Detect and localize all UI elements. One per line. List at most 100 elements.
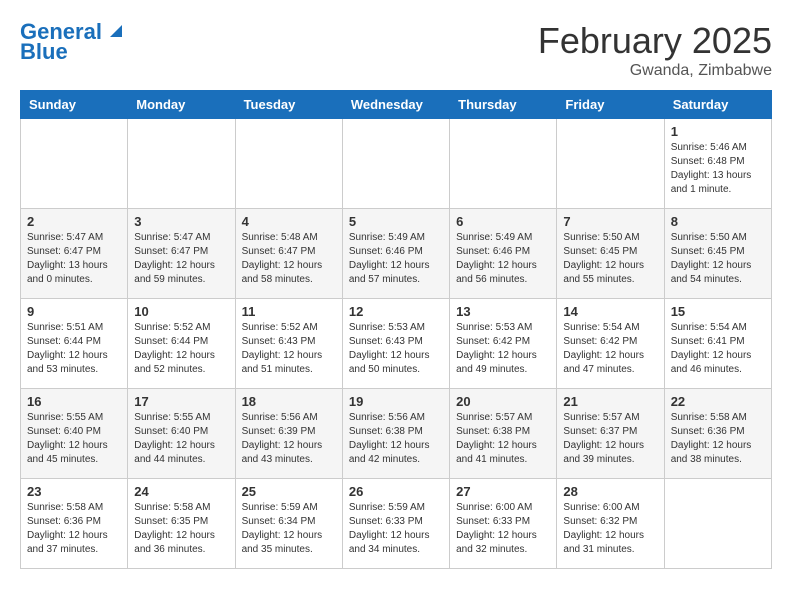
calendar-cell-w2-d6: 7 Sunrise: 5:50 AM Sunset: 6:45 PM Daylig…: [557, 209, 664, 299]
day-number: 1: [671, 124, 765, 139]
day-info: Sunrise: 5:59 AM Sunset: 6:33 PM Dayligh…: [349, 501, 443, 557]
calendar-cell-w3-d3: 11 Sunrise: 5:52 AM Sunset: 6:43 PM Dayli…: [235, 299, 342, 389]
day-info: Sunrise: 5:52 AM Sunset: 6:43 PM Dayligh…: [242, 321, 336, 377]
calendar-cell-w2-d3: 4 Sunrise: 5:48 AM Sunset: 6:47 PM Daylig…: [235, 209, 342, 299]
day-number: 21: [563, 394, 657, 409]
day-number: 16: [27, 394, 121, 409]
calendar-cell-w1-d6: [557, 119, 664, 209]
title-block: February 2025 Gwanda, Zimbabwe: [538, 20, 772, 80]
day-info: Sunrise: 5:47 AM Sunset: 6:47 PM Dayligh…: [27, 231, 121, 287]
day-info: Sunrise: 5:49 AM Sunset: 6:46 PM Dayligh…: [349, 231, 443, 287]
day-number: 6: [456, 214, 550, 229]
calendar-week-1: 1 Sunrise: 5:46 AM Sunset: 6:48 PM Daylig…: [21, 119, 772, 209]
day-number: 7: [563, 214, 657, 229]
day-number: 9: [27, 304, 121, 319]
day-info: Sunrise: 6:00 AM Sunset: 6:32 PM Dayligh…: [563, 501, 657, 557]
day-info: Sunrise: 5:58 AM Sunset: 6:36 PM Dayligh…: [27, 501, 121, 557]
calendar-cell-w2-d1: 2 Sunrise: 5:47 AM Sunset: 6:47 PM Daylig…: [21, 209, 128, 299]
calendar-cell-w2-d4: 5 Sunrise: 5:49 AM Sunset: 6:46 PM Daylig…: [342, 209, 449, 299]
day-info: Sunrise: 5:54 AM Sunset: 6:42 PM Dayligh…: [563, 321, 657, 377]
page-header: General Blue February 2025 Gwanda, Zimba…: [20, 20, 772, 80]
month-title: February 2025: [538, 20, 772, 62]
day-info: Sunrise: 6:00 AM Sunset: 6:33 PM Dayligh…: [456, 501, 550, 557]
calendar-cell-w2-d5: 6 Sunrise: 5:49 AM Sunset: 6:46 PM Daylig…: [450, 209, 557, 299]
day-number: 13: [456, 304, 550, 319]
day-number: 28: [563, 484, 657, 499]
day-info: Sunrise: 5:53 AM Sunset: 6:42 PM Dayligh…: [456, 321, 550, 377]
day-info: Sunrise: 5:54 AM Sunset: 6:41 PM Dayligh…: [671, 321, 765, 377]
day-number: 2: [27, 214, 121, 229]
day-number: 22: [671, 394, 765, 409]
day-info: Sunrise: 5:53 AM Sunset: 6:43 PM Dayligh…: [349, 321, 443, 377]
day-info: Sunrise: 5:46 AM Sunset: 6:48 PM Dayligh…: [671, 141, 765, 197]
calendar-week-5: 23 Sunrise: 5:58 AM Sunset: 6:36 PM Dayli…: [21, 479, 772, 569]
day-number: 5: [349, 214, 443, 229]
calendar-cell-w3-d6: 14 Sunrise: 5:54 AM Sunset: 6:42 PM Dayli…: [557, 299, 664, 389]
col-wednesday: Wednesday: [342, 91, 449, 119]
day-number: 4: [242, 214, 336, 229]
calendar-cell-w4-d7: 22 Sunrise: 5:58 AM Sunset: 6:36 PM Dayli…: [664, 389, 771, 479]
calendar-week-4: 16 Sunrise: 5:55 AM Sunset: 6:40 PM Dayli…: [21, 389, 772, 479]
calendar-cell-w1-d7: 1 Sunrise: 5:46 AM Sunset: 6:48 PM Daylig…: [664, 119, 771, 209]
calendar-cell-w4-d5: 20Sunrise: 5:57 AM Sunset: 6:38 PM Dayli…: [450, 389, 557, 479]
day-number: 18: [242, 394, 336, 409]
day-number: 10: [134, 304, 228, 319]
calendar-cell-w5-d7: [664, 479, 771, 569]
calendar-cell-w1-d1: [21, 119, 128, 209]
calendar-cell-w4-d6: 21 Sunrise: 5:57 AM Sunset: 6:37 PM Dayli…: [557, 389, 664, 479]
calendar-cell-w4-d2: 17 Sunrise: 5:55 AM Sunset: 6:40 PM Dayli…: [128, 389, 235, 479]
calendar-table: Sunday Monday Tuesday Wednesday Thursday…: [20, 90, 772, 569]
day-info: Sunrise: 5:56 AM Sunset: 6:39 PM Dayligh…: [242, 411, 336, 467]
day-info: Sunrise: 5:49 AM Sunset: 6:46 PM Dayligh…: [456, 231, 550, 287]
day-info: Sunrise: 5:48 AM Sunset: 6:47 PM Dayligh…: [242, 231, 336, 287]
day-info: Sunrise: 5:52 AM Sunset: 6:44 PM Dayligh…: [134, 321, 228, 377]
calendar-cell-w4-d4: 19Sunrise: 5:56 AM Sunset: 6:38 PM Dayli…: [342, 389, 449, 479]
calendar-cell-w1-d4: [342, 119, 449, 209]
day-info: Sunrise: 5:57 AM Sunset: 6:37 PM Dayligh…: [563, 411, 657, 467]
calendar-week-2: 2 Sunrise: 5:47 AM Sunset: 6:47 PM Daylig…: [21, 209, 772, 299]
logo-blue-text: Blue: [20, 40, 68, 64]
calendar-cell-w2-d7: 8Sunrise: 5:50 AM Sunset: 6:45 PM Daylig…: [664, 209, 771, 299]
day-number: 11: [242, 304, 336, 319]
day-info: Sunrise: 5:51 AM Sunset: 6:44 PM Dayligh…: [27, 321, 121, 377]
day-number: 23: [27, 484, 121, 499]
col-friday: Friday: [557, 91, 664, 119]
calendar-cell-w4-d3: 18 Sunrise: 5:56 AM Sunset: 6:39 PM Dayli…: [235, 389, 342, 479]
day-number: 24: [134, 484, 228, 499]
day-info: Sunrise: 5:47 AM Sunset: 6:47 PM Dayligh…: [134, 231, 228, 287]
calendar-cell-w3-d4: 12Sunrise: 5:53 AM Sunset: 6:43 PM Dayli…: [342, 299, 449, 389]
day-info: Sunrise: 5:59 AM Sunset: 6:34 PM Dayligh…: [242, 501, 336, 557]
day-info: Sunrise: 5:55 AM Sunset: 6:40 PM Dayligh…: [27, 411, 121, 467]
day-number: 14: [563, 304, 657, 319]
day-info: Sunrise: 5:55 AM Sunset: 6:40 PM Dayligh…: [134, 411, 228, 467]
col-tuesday: Tuesday: [235, 91, 342, 119]
day-number: 25: [242, 484, 336, 499]
logo-icon: [104, 19, 126, 41]
day-number: 26: [349, 484, 443, 499]
calendar-cell-w5-d2: 24 Sunrise: 5:58 AM Sunset: 6:35 PM Dayli…: [128, 479, 235, 569]
day-info: Sunrise: 5:58 AM Sunset: 6:36 PM Dayligh…: [671, 411, 765, 467]
calendar-cell-w3-d1: 9 Sunrise: 5:51 AM Sunset: 6:44 PM Daylig…: [21, 299, 128, 389]
day-info: Sunrise: 5:50 AM Sunset: 6:45 PM Dayligh…: [563, 231, 657, 287]
day-info: Sunrise: 5:58 AM Sunset: 6:35 PM Dayligh…: [134, 501, 228, 557]
calendar-header-row: Sunday Monday Tuesday Wednesday Thursday…: [21, 91, 772, 119]
col-sunday: Sunday: [21, 91, 128, 119]
day-number: 17: [134, 394, 228, 409]
calendar-cell-w1-d2: [128, 119, 235, 209]
calendar-cell-w5-d6: 28 Sunrise: 6:00 AM Sunset: 6:32 PM Dayli…: [557, 479, 664, 569]
day-number: 3: [134, 214, 228, 229]
col-saturday: Saturday: [664, 91, 771, 119]
col-thursday: Thursday: [450, 91, 557, 119]
calendar-cell-w3-d2: 10 Sunrise: 5:52 AM Sunset: 6:44 PM Dayli…: [128, 299, 235, 389]
logo: General Blue: [20, 20, 126, 64]
day-info: Sunrise: 5:56 AM Sunset: 6:38 PM Dayligh…: [349, 411, 443, 467]
calendar-cell-w5-d5: 27Sunrise: 6:00 AM Sunset: 6:33 PM Dayli…: [450, 479, 557, 569]
calendar-cell-w5-d3: 25 Sunrise: 5:59 AM Sunset: 6:34 PM Dayli…: [235, 479, 342, 569]
calendar-cell-w1-d5: [450, 119, 557, 209]
day-info: Sunrise: 5:50 AM Sunset: 6:45 PM Dayligh…: [671, 231, 765, 287]
calendar-cell-w3-d5: 13 Sunrise: 5:53 AM Sunset: 6:42 PM Dayli…: [450, 299, 557, 389]
calendar-cell-w1-d3: [235, 119, 342, 209]
calendar-week-3: 9 Sunrise: 5:51 AM Sunset: 6:44 PM Daylig…: [21, 299, 772, 389]
day-number: 15: [671, 304, 765, 319]
calendar-cell-w5-d4: 26 Sunrise: 5:59 AM Sunset: 6:33 PM Dayli…: [342, 479, 449, 569]
